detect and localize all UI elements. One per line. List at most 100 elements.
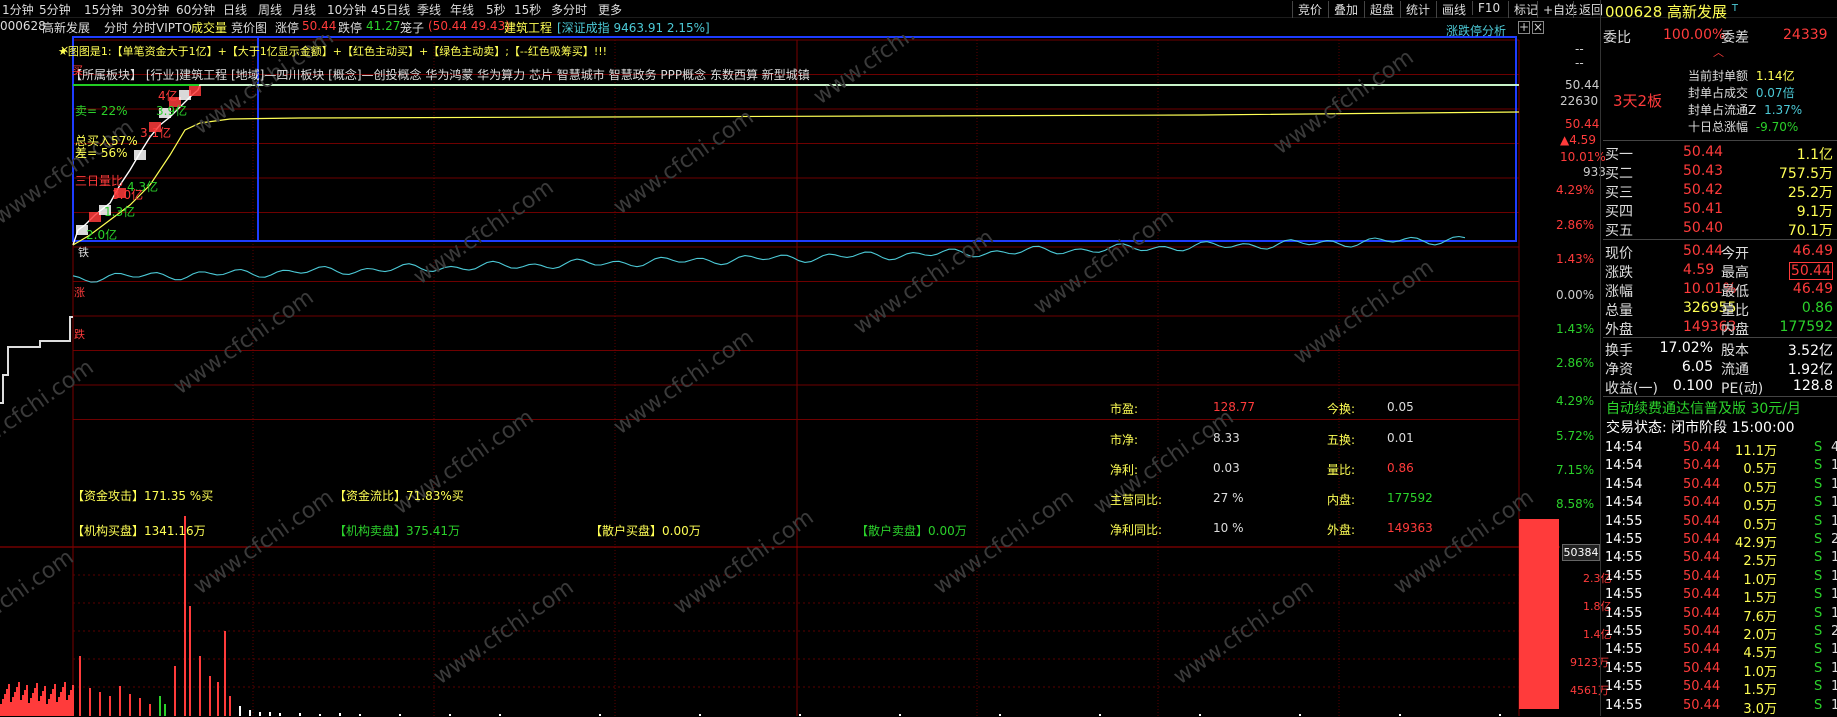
- period-tab-1[interactable]: 5分钟: [39, 1, 71, 18]
- bid-label: 买一: [1605, 147, 1633, 163]
- period-tab-12[interactable]: 5秒: [486, 1, 506, 18]
- expand-chevron-icon[interactable]: ︿: [1713, 44, 1724, 60]
- tick-volume: 1.0万: [1743, 664, 1777, 680]
- tick-volume: 0.5万: [1743, 480, 1777, 496]
- period-tab-3[interactable]: 30分钟: [130, 1, 169, 18]
- revenue-yoy-value: 27 %: [1213, 491, 1244, 505]
- net-profit-value: 0.03: [1213, 461, 1240, 475]
- today-turnover-value: 0.05: [1387, 400, 1414, 414]
- tick-count: 1: [1831, 660, 1837, 676]
- institution-sell: 【机构卖盘】375.41万: [334, 524, 460, 538]
- legend-line-1: ★图图是1:【单笔资金大于1亿】+【大于1亿显示金额】+【红色主动买】+【绿色主…: [58, 45, 608, 58]
- bid-label: 买四: [1605, 204, 1633, 220]
- period-tab-8[interactable]: 10分钟: [327, 1, 366, 18]
- pe-label: 市盈:: [1110, 402, 1139, 416]
- stat-row-0: 换手 17.02% 股本 3.52亿: [1603, 339, 1837, 359]
- trade-marker: [189, 86, 201, 96]
- watermark-text: www.cfchi.com: [0, 545, 79, 660]
- close-icon[interactable]: ×: [1532, 21, 1544, 34]
- bid-row-3[interactable]: 买三 50.42 25.2万: [1603, 181, 1837, 201]
- period-tab-6[interactable]: 周线: [258, 1, 282, 18]
- toolbar-button-8[interactable]: 返回: [1573, 1, 1603, 18]
- limit-down-label: 跌停: [338, 21, 363, 35]
- period-tab-15[interactable]: 更多: [598, 1, 622, 18]
- watermark-text: www.cfchi.com: [1029, 205, 1178, 320]
- bid-price: 50.41: [1683, 201, 1724, 217]
- stat-label: 换手: [1605, 343, 1633, 359]
- period-tab-4[interactable]: 60分钟: [176, 1, 215, 18]
- seal-float-label: 封单占流通Z: [1688, 103, 1757, 117]
- period-tab-10[interactable]: 季线: [417, 1, 441, 18]
- info-code: 000628: [0, 19, 46, 33]
- divider: [1603, 396, 1837, 397]
- toolbar-button-2[interactable]: 超盘: [1364, 1, 1394, 18]
- vol-bar: [34, 688, 36, 716]
- tick-price: 50.44: [1683, 458, 1721, 474]
- watermark-text: www.cfchi.com: [849, 225, 998, 340]
- tick-time: 14:54: [1605, 476, 1643, 492]
- tick-row: 14:55 50.44 4.5万 S 1: [1603, 641, 1837, 661]
- period-tab-11[interactable]: 年线: [450, 1, 474, 18]
- ad-banner[interactable]: 自动续费通达信普及版 30元/月: [1606, 398, 1801, 418]
- tick-side: S: [1814, 532, 1823, 547]
- toolbar-button-7[interactable]: +自选: [1537, 1, 1577, 18]
- vol-bar: [60, 692, 62, 716]
- period-tab-14[interactable]: 多分时: [551, 1, 587, 18]
- quote-label: 涨跌: [1605, 265, 1633, 281]
- tick-side: S: [1814, 495, 1823, 511]
- toolbar-button-0[interactable]: 竞价: [1292, 1, 1322, 18]
- stat-value: 3.52亿: [1787, 343, 1833, 359]
- bid-row-4[interactable]: 买四 50.41 9.1万: [1603, 200, 1837, 220]
- mode-tab-fenshi[interactable]: 分时: [104, 19, 128, 36]
- vol-bar: [36, 683, 38, 716]
- mode-tab-auction[interactable]: 竞价图: [231, 19, 267, 36]
- vol-bar: [26, 685, 28, 716]
- vol-bar: [8, 684, 10, 716]
- period-tab-7[interactable]: 月线: [292, 1, 316, 18]
- tick-row: 14:55 50.44 0.5万 S 1: [1603, 513, 1837, 533]
- period-tab-9[interactable]: 45日线: [371, 1, 410, 18]
- quote-row-2: 涨幅 10.01% 最低 46.49: [1603, 280, 1837, 300]
- quote-row-1: 涨跌 4.59 最高 50.44: [1603, 261, 1837, 281]
- toolbar-button-5[interactable]: F10: [1472, 1, 1500, 15]
- expand-icon[interactable]: +: [1518, 21, 1530, 34]
- mode-tab-volume[interactable]: 成交量: [191, 19, 227, 36]
- toolbar-button-4[interactable]: 画线: [1436, 1, 1466, 18]
- stat-label: 净资: [1605, 362, 1633, 378]
- period-tab-5[interactable]: 日线: [223, 1, 247, 18]
- quote-row-0: 现价 50.44 今开 46.49: [1603, 242, 1837, 262]
- limit-up-value: 50.44: [302, 19, 337, 33]
- limit-analysis-button[interactable]: 涨跌停分析: [1446, 22, 1506, 39]
- vol-bar: [48, 699, 50, 716]
- toolbar-button-1[interactable]: 叠加: [1328, 1, 1358, 18]
- tick-time: 14:55: [1605, 697, 1643, 713]
- profit-yoy-label: 净利同比:: [1110, 523, 1163, 537]
- tick-time: 14:55: [1605, 679, 1643, 695]
- period-tab-13[interactable]: 15秒: [514, 1, 541, 18]
- period-tab-2[interactable]: 15分钟: [84, 1, 123, 18]
- toolbar-button-3[interactable]: 统计: [1400, 1, 1430, 18]
- bid-price: 50.44: [1683, 144, 1724, 160]
- bid-row-1[interactable]: 买一 50.44 1.1亿: [1603, 143, 1837, 163]
- sector-label: 建筑工程: [504, 21, 553, 35]
- amount-1-3: 1.3亿: [104, 205, 136, 219]
- stat-value: 0.100: [1672, 378, 1713, 394]
- mode-tab-vip[interactable]: 分时VIPTO: [132, 19, 192, 36]
- vol-bar: [0, 704, 2, 716]
- tick-count: 4: [1831, 440, 1837, 455]
- vol-bar: [30, 698, 32, 716]
- vol-bar: [58, 697, 60, 716]
- legend-close-icon[interactable]: ×: [60, 43, 69, 56]
- tick-price: 50.44: [1683, 642, 1721, 658]
- seal-amount-value: 1.14亿: [1755, 69, 1795, 83]
- intraday-chart[interactable]: www.cfchi.com www.cfchi.com www.cfchi.com w…: [0, 35, 1560, 716]
- capital-attack: 【资金攻击】171.35 %买: [72, 489, 214, 503]
- bid-row-2[interactable]: 买二 50.43 757.5万: [1603, 162, 1837, 182]
- period-tab-0[interactable]: 1分钟: [2, 1, 34, 18]
- bid-row-5[interactable]: 买五 50.40 70.1万: [1603, 219, 1837, 239]
- toolbar-button-6[interactable]: 标记: [1508, 1, 1538, 18]
- tick-time: 14:55: [1605, 532, 1643, 547]
- quote-label: 最低: [1721, 284, 1749, 300]
- vol-bar: [56, 702, 58, 716]
- quote-value: 46.49: [1792, 243, 1833, 259]
